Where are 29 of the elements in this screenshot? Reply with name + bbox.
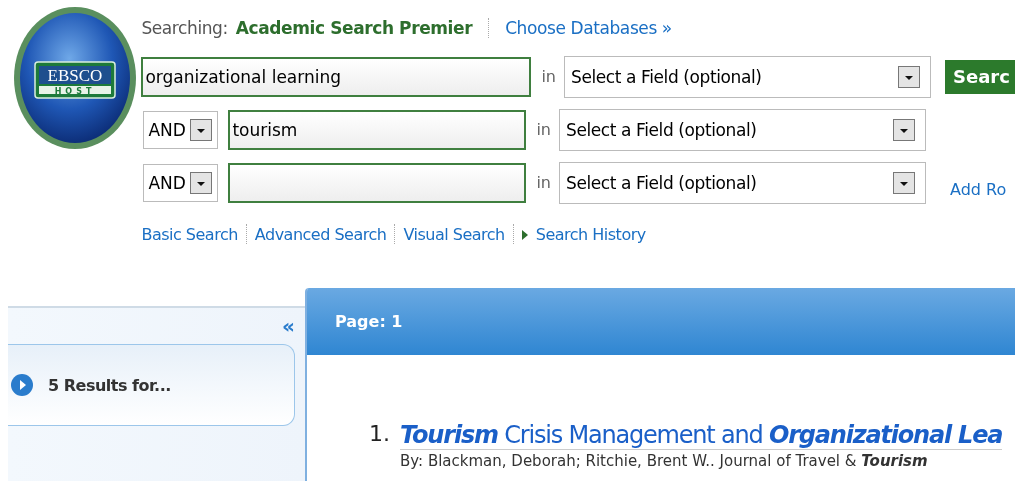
triangle-icon [521,229,528,240]
page-label: Page: 1 [335,312,403,331]
operator-select[interactable]: AND [143,110,219,149]
search-term-field[interactable] [228,162,527,203]
field-select[interactable]: Select a Field (optional) [559,108,926,151]
search-mode-link[interactable]: Advanced Search [254,224,387,244]
result-number: 1. [369,421,390,448]
database-name: Academic Search Premier [235,18,473,38]
search-mode-link[interactable]: Basic Search [141,224,238,244]
searching-label: Searching: [141,18,228,38]
search-button[interactable]: Searc [945,59,1015,94]
in-label: in [536,120,551,139]
add-row-link[interactable]: Add Ro [950,166,1007,199]
search-term-field[interactable]: organizational learning [141,56,532,97]
result-title-link[interactable]: Tourism Crisis Management and Organizational Lea [400,421,1003,450]
field-select[interactable]: Select a Field (optional) [564,55,931,98]
search-term-field[interactable]: tourism [228,109,527,150]
result-byline: By: Blackman, Deborah; Ritchie, Brent W.. Journal of Travel & Tourism [400,452,929,470]
choose-databases-link[interactable]: Choose Databases » [505,18,672,38]
field-select[interactable]: Select a Field (optional) [559,161,926,204]
play-icon[interactable] [10,373,34,397]
search-mode-link[interactable]: Visual Search [403,224,505,244]
operator-select[interactable]: AND [143,163,219,202]
search-mode-link[interactable]: Search History [521,224,646,244]
in-label: in [536,173,551,192]
collapse-button[interactable]: « [282,314,295,338]
in-label: in [541,67,556,86]
results-heading: 5 Results for... [48,375,171,395]
ebsco-host-logo[interactable]: EBSCO HOST [13,6,137,150]
